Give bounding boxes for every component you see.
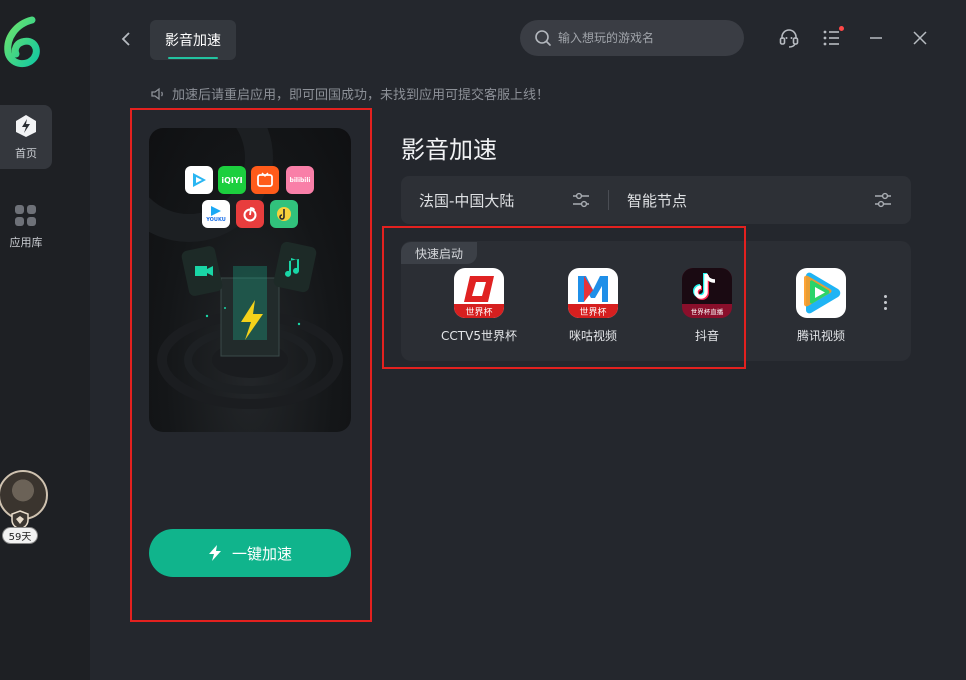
node-selector[interactable]: 智能节点 — [627, 190, 687, 211]
node-settings-icon[interactable] — [873, 190, 893, 210]
menu-button[interactable] — [820, 26, 844, 50]
region-selector[interactable]: 法国-中国大陆 — [419, 190, 514, 211]
close-icon — [913, 31, 927, 45]
sidebar: 首页 应用库 59天 — [0, 0, 90, 680]
acceleration-illustration: iQIYI bilibili YOUKU — [149, 128, 351, 432]
notice-text: 加速后请重启应用，即可回国成功，未找到应用可提交客服上线！ — [172, 88, 550, 103]
sidebar-item-label: 首页 — [15, 147, 37, 160]
iqiyi-logo-text: iQIYI — [221, 175, 243, 185]
more-dot — [883, 300, 887, 304]
more-options-button[interactable] — [878, 290, 892, 314]
lightning-icon — [208, 545, 221, 561]
node-selector-bar: 法国-中国大陆 智能节点 — [401, 176, 911, 224]
bilibili-logo-text: bilibili — [289, 176, 311, 184]
search-bar[interactable] — [520, 20, 744, 56]
tencent-video-icon — [185, 166, 213, 194]
apps-grid-icon — [15, 205, 36, 226]
bilibili-icon: bilibili — [286, 166, 314, 194]
list-menu-icon — [823, 30, 839, 46]
netease-music-icon — [236, 200, 264, 228]
more-dot — [883, 294, 887, 298]
accelerate-label: 一键加速 — [231, 544, 292, 563]
lightning-home-icon — [16, 115, 36, 137]
region-settings-icon[interactable] — [571, 190, 591, 210]
sidebar-item-home[interactable]: 首页 — [0, 105, 52, 169]
search-icon — [535, 30, 551, 46]
mango-tv-icon — [251, 166, 279, 194]
minimize-icon — [870, 37, 882, 39]
youku-logo-text: YOUKU — [206, 217, 226, 223]
qq-music-icon — [270, 200, 298, 228]
quick-app-name: 腾讯视频 — [796, 329, 845, 343]
notification-dot — [839, 26, 844, 31]
tencent-video-icon — [796, 268, 846, 318]
tab-media-acceleration[interactable]: 影音加速 — [150, 20, 236, 60]
sidebar-item-app-library[interactable]: 应用库 — [0, 195, 52, 259]
minimize-button[interactable] — [864, 26, 888, 50]
youku-icon: YOUKU — [202, 200, 230, 228]
headset-icon — [779, 29, 799, 48]
search-input[interactable] — [558, 31, 728, 45]
sidebar-item-label: 应用库 — [9, 236, 43, 249]
chevron-left-icon — [121, 32, 130, 46]
page-title: 影音加速 — [401, 136, 497, 164]
notice-bar: 加速后请重启应用，即可回国成功，未找到应用可提交客服上线！ — [150, 84, 549, 103]
illustration-background — [149, 128, 343, 409]
iqiyi-icon: iQIYI — [218, 166, 246, 194]
speaker-icon — [151, 87, 163, 100]
highlight-box-quick-apps — [382, 226, 746, 369]
quick-app-tencent-video[interactable]: 腾讯视频 — [776, 268, 866, 344]
more-dot — [883, 306, 887, 310]
back-button[interactable] — [116, 28, 136, 50]
customer-service-button[interactable] — [777, 26, 801, 50]
one-click-accelerate-button[interactable]: 一键加速 — [149, 529, 351, 577]
close-button[interactable] — [908, 26, 932, 50]
membership-days-badge: 59天 — [2, 527, 38, 544]
divider — [608, 190, 609, 210]
app-logo-icon — [4, 16, 40, 68]
